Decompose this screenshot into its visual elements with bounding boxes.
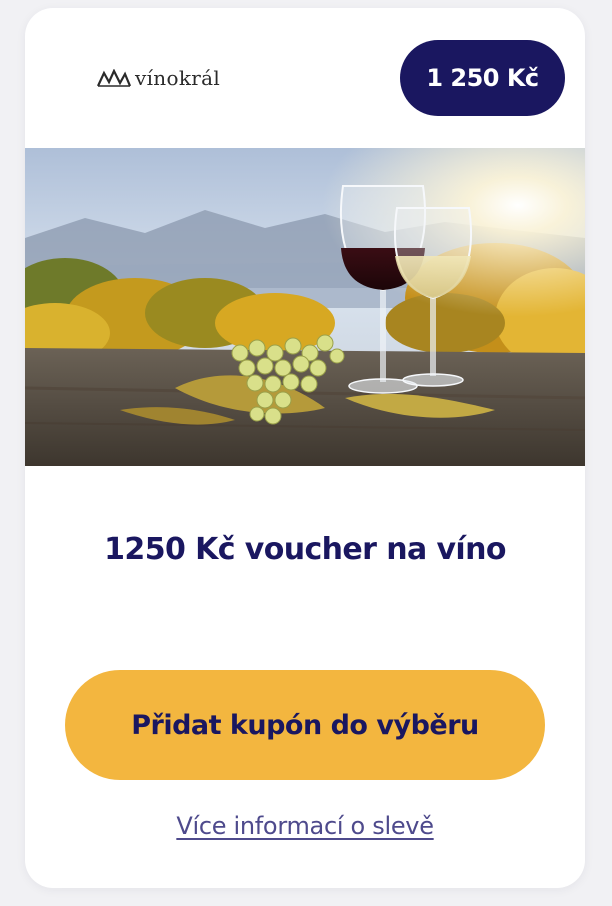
voucher-card[interactable]: vínokrál 1 250 Kč 1250 Kč voucher na vín… xyxy=(25,8,585,888)
brand-logo: vínokrál xyxy=(97,64,220,92)
more-info-link[interactable]: Více informací o slevě xyxy=(25,812,585,840)
hero-image xyxy=(25,148,585,466)
mountain-peaks-icon xyxy=(97,69,131,87)
add-coupon-button[interactable]: Přidat kupón do výběru xyxy=(65,670,545,780)
brand-logo-text: vínokrál xyxy=(135,66,221,90)
voucher-title: 1250 Kč voucher na víno xyxy=(104,532,506,567)
price-badge: 1 250 Kč xyxy=(400,40,565,116)
